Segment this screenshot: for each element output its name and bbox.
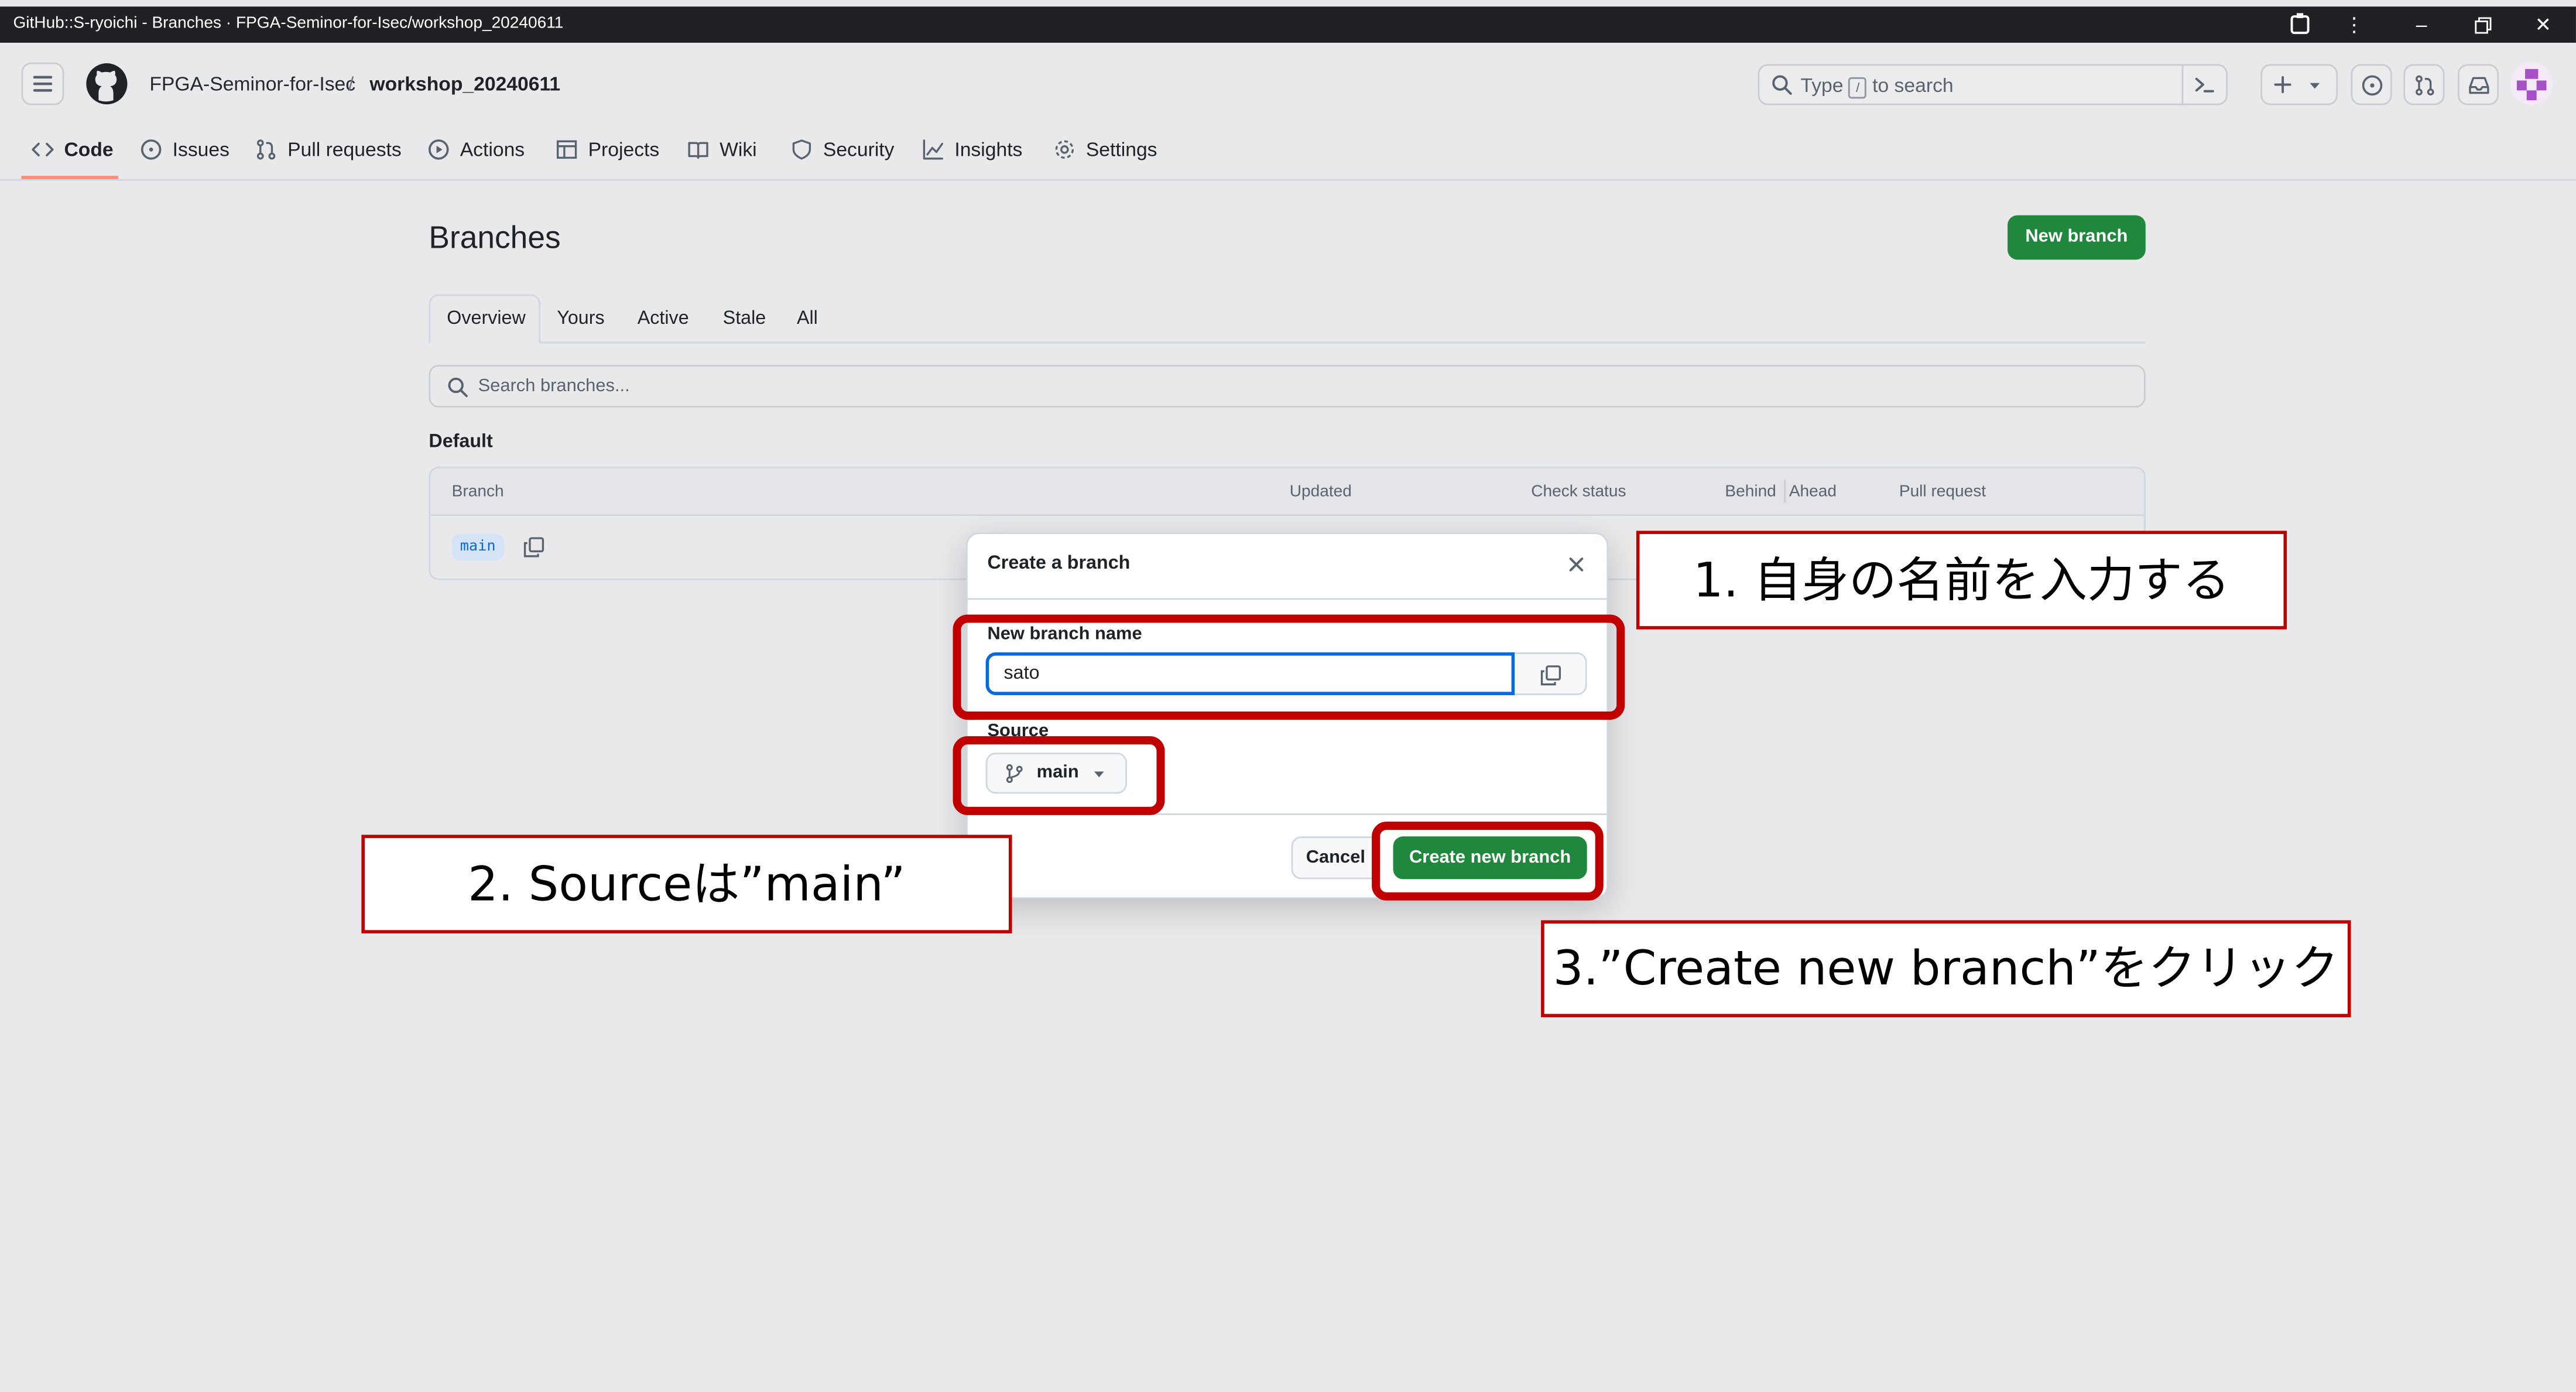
branch-search-input[interactable]: Search branches...	[429, 364, 2146, 408]
issue-opened-icon	[2362, 75, 2383, 96]
kebab-menu-icon[interactable]: ⋮	[2341, 12, 2368, 38]
breadcrumb-repo[interactable]: workshop_20240611	[369, 72, 560, 95]
window-title-bar: GitHub::S-ryoichi - Branches · FPGA-Semi…	[0, 6, 2576, 43]
search-icon	[448, 377, 468, 398]
tab-code-label: Code	[64, 138, 114, 161]
search-shortcut-key: /	[1848, 77, 1867, 99]
caret-down-icon	[2310, 83, 2320, 89]
tabs-divider	[429, 341, 2146, 344]
tab-projects[interactable]: Projects	[555, 136, 659, 163]
close-icon[interactable]	[1564, 552, 1588, 577]
highlight-source	[953, 736, 1165, 815]
tab-pull-requests[interactable]: Pull requests	[255, 136, 402, 163]
shield-icon	[792, 139, 811, 160]
search-prefix: Type	[1800, 74, 1844, 97]
command-palette-icon[interactable]	[2193, 74, 2216, 95]
section-label-default: Default	[429, 432, 493, 452]
tab-wiki[interactable]: Wiki	[687, 136, 757, 163]
search-placeholder: Type / to search	[1800, 74, 1954, 99]
tab-issues-label: Issues	[172, 138, 229, 161]
col-updated: Updated	[1289, 483, 1352, 501]
highlight-create-button	[1372, 822, 1604, 901]
avatar[interactable]	[2510, 62, 2553, 105]
page-title: Branches	[429, 221, 561, 256]
branch-table-header	[430, 468, 2144, 517]
col-ahead: Ahead	[1789, 483, 1837, 501]
pull-requests-button[interactable]	[2403, 64, 2445, 105]
hamburger-icon	[33, 76, 53, 92]
restore-icon[interactable]	[2469, 12, 2496, 38]
book-icon	[688, 142, 708, 159]
tab-issues[interactable]: Issues	[140, 136, 229, 163]
breadcrumb-separator: /	[348, 72, 354, 95]
behind-ahead-divider	[1784, 480, 1786, 503]
annotation-step-3: 3.”Create new branch”をクリック	[1541, 920, 2351, 1017]
tab-insights-label: Insights	[954, 138, 1023, 161]
cancel-button[interactable]: Cancel	[1291, 836, 1381, 880]
git-pull-request-icon	[2416, 75, 2434, 96]
issues-button[interactable]	[2351, 64, 2392, 105]
tab-security-label: Security	[823, 138, 895, 161]
tab-code[interactable]: Code	[31, 136, 114, 163]
breadcrumb-owner[interactable]: FPGA-Seminor-for-Isec	[149, 72, 355, 95]
new-branch-button[interactable]: New branch	[2008, 215, 2146, 260]
search-icon	[1772, 75, 1792, 95]
graph-icon	[923, 139, 943, 160]
tab-insights[interactable]: Insights	[922, 136, 1022, 163]
tab-active[interactable]: Active	[638, 309, 689, 329]
code-icon	[32, 142, 54, 157]
create-new-button[interactable]	[2260, 64, 2338, 105]
search-suffix: to search	[1872, 74, 1954, 97]
github-logo-icon[interactable]	[85, 63, 128, 105]
inbox-icon	[2469, 77, 2489, 94]
global-search-input[interactable]: Type / to search	[1758, 64, 2228, 105]
annotation-step-2: 2. Sourceは”main”	[361, 834, 1012, 933]
col-branch: Branch	[451, 483, 504, 501]
menu-button[interactable]	[21, 62, 64, 105]
tab-settings[interactable]: Settings	[1053, 136, 1157, 163]
gear-icon	[1055, 140, 1074, 159]
tab-wiki-label: Wiki	[720, 138, 757, 161]
copy-icon[interactable]	[522, 536, 545, 559]
extension-icon[interactable]	[2287, 12, 2313, 38]
highlight-branch-name	[953, 614, 1625, 720]
tab-overview-label[interactable]: Overview	[447, 309, 526, 329]
close-window-icon[interactable]: ✕	[2530, 12, 2556, 38]
tab-stale[interactable]: Stale	[723, 309, 766, 329]
tab-security[interactable]: Security	[790, 136, 895, 163]
tab-actions[interactable]: Actions	[427, 136, 525, 163]
identicon-icon	[2516, 69, 2547, 101]
dialog-header-divider	[967, 598, 1607, 600]
window-title: GitHub::S-ryoichi - Branches · FPGA-Semi…	[13, 15, 564, 33]
tab-all[interactable]: All	[797, 309, 818, 329]
search-divider	[2181, 66, 2184, 104]
col-pull-request: Pull request	[1899, 483, 1986, 501]
tab-projects-label: Projects	[588, 138, 660, 161]
plus-icon	[2274, 76, 2291, 94]
tab-settings-label: Settings	[1085, 138, 1157, 161]
annotation-step-1: 1. 自身の名前を入力する	[1636, 531, 2287, 630]
col-behind: Behind	[1725, 483, 1776, 501]
dialog-title: Create a branch	[987, 553, 1131, 574]
minimize-icon[interactable]: –	[2409, 12, 2435, 38]
tab-actions-label: Actions	[460, 138, 525, 161]
issue-icon	[141, 139, 162, 160]
col-check-status: Check status	[1531, 483, 1626, 501]
branch-search-placeholder: Search branches...	[478, 376, 630, 396]
pull-request-icon	[256, 139, 276, 160]
table-icon	[556, 140, 577, 159]
play-icon	[428, 139, 449, 160]
inbox-button[interactable]	[2457, 64, 2499, 105]
branch-name-link[interactable]: main	[451, 533, 504, 560]
tab-yours[interactable]: Yours	[557, 309, 604, 329]
nav-divider	[0, 179, 2576, 181]
tab-pull-requests-label: Pull requests	[287, 138, 402, 161]
